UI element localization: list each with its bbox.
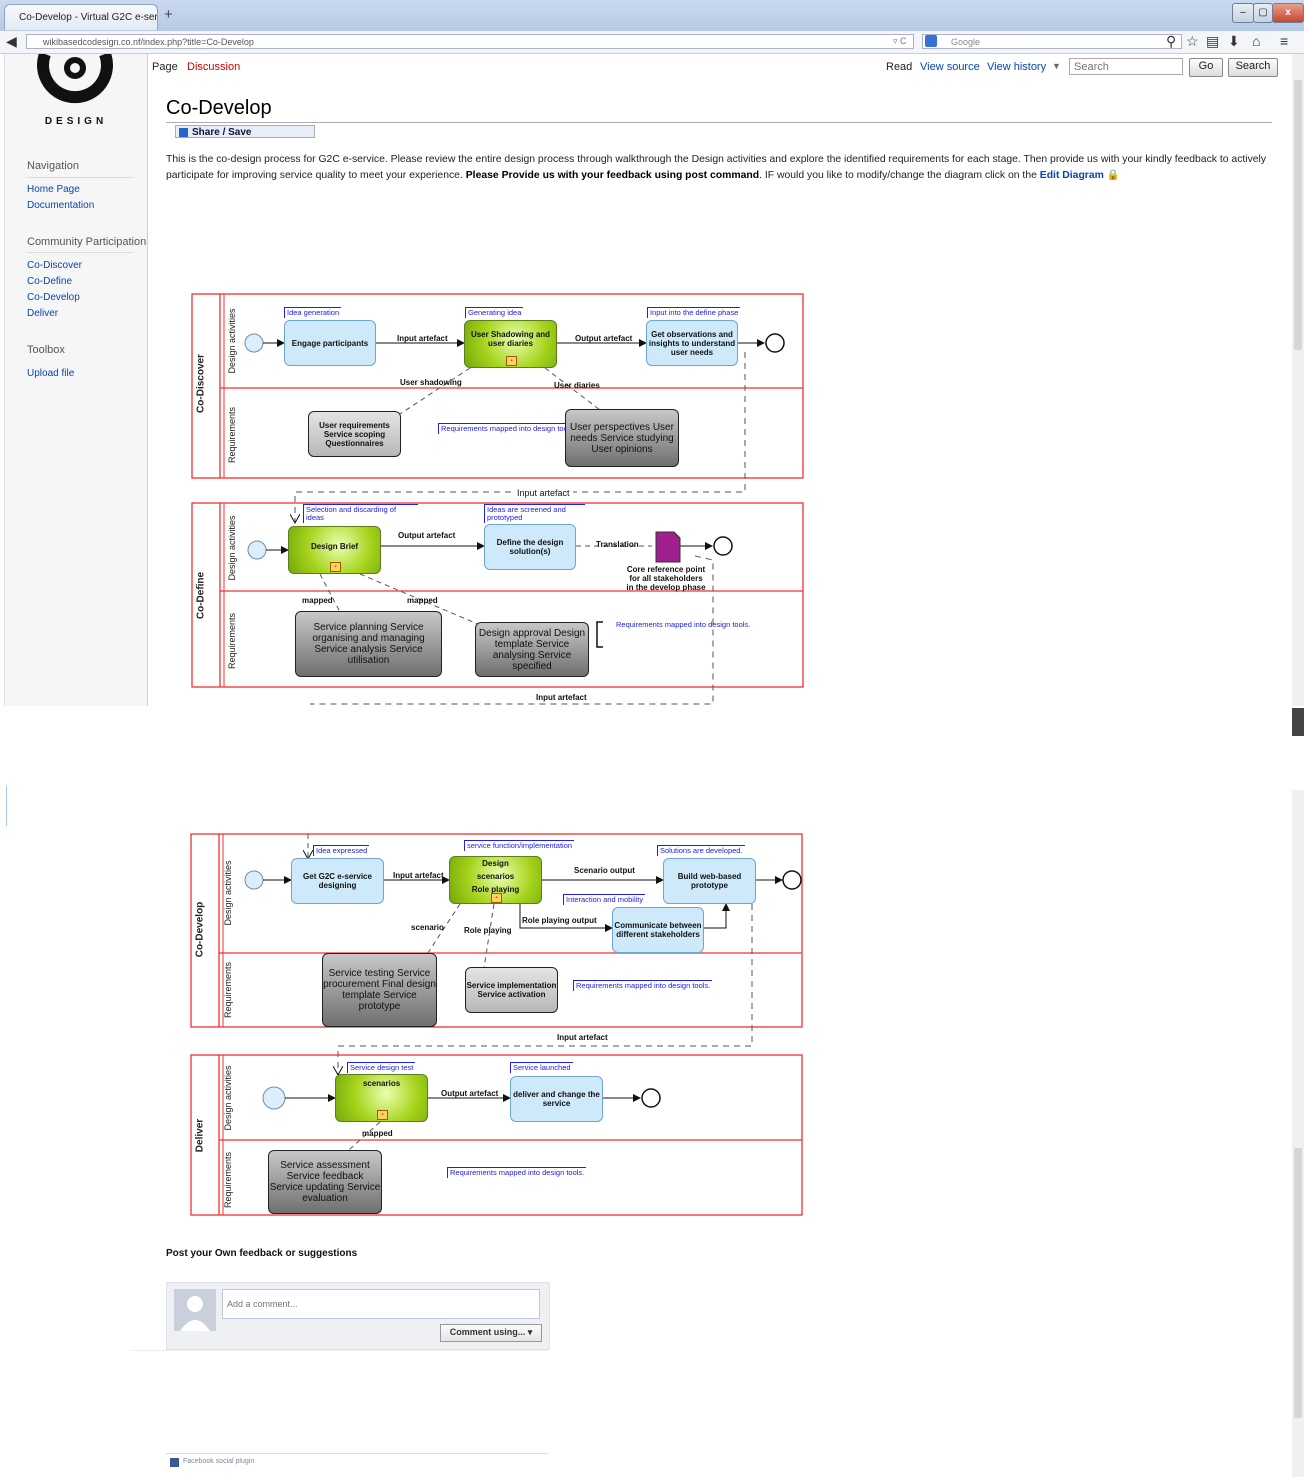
- scrollbar-thumb[interactable]: [1294, 1148, 1302, 1418]
- task-define-design-solution[interactable]: Define the design solution(s): [484, 524, 576, 570]
- blank-area: [0, 706, 1304, 786]
- association-label: mapped: [407, 596, 438, 605]
- annotation: Idea generation: [284, 307, 342, 318]
- comment-input[interactable]: [222, 1289, 540, 1319]
- annotation: Requirements mapped into design tools.: [573, 980, 713, 991]
- subprocess-marker-icon: ▪: [330, 562, 341, 572]
- document-label: Core reference point for all stakeholder…: [626, 565, 706, 592]
- flow-label: Input artefact: [514, 488, 573, 498]
- flow-label: Input artefact: [557, 1033, 608, 1042]
- pool-title-deliver: Deliver: [194, 1118, 206, 1153]
- chevron-down-icon: ▾: [527, 1327, 533, 1337]
- flow-label: Input artefact: [536, 693, 587, 702]
- subprocess-marker-icon: ▪: [377, 1110, 388, 1120]
- annotation: Service launched: [510, 1062, 573, 1073]
- pool-title-co-define: Co-Define: [195, 571, 207, 620]
- annotation: Interaction and mobility: [563, 894, 646, 905]
- facebook-plugin-link[interactable]: Facebook social plugin: [183, 1458, 254, 1465]
- flow-label: Input artefact: [397, 334, 448, 343]
- requirement-service-testing[interactable]: Service testing Service procurement Fina…: [322, 953, 437, 1027]
- subprocess-marker-icon: ▪: [506, 356, 517, 366]
- annotation: service function/implementation: [464, 840, 575, 851]
- task-get-g2c-designing[interactable]: Get G2C e-service designing: [291, 858, 384, 904]
- annotation: Idea expressed: [313, 845, 370, 856]
- annotation: Generating idea: [465, 307, 524, 318]
- annotation: Selection and discarding of ideas: [303, 504, 418, 523]
- scrollbar-thumb[interactable]: [1292, 708, 1304, 736]
- pool-title-co-develop: Co-Develop: [194, 901, 206, 958]
- flow-label: Scenario output: [574, 866, 635, 875]
- requirement-user-perspectives[interactable]: User perspectives User needs Service stu…: [565, 409, 679, 467]
- lane-design-activities: Design activities: [227, 308, 237, 374]
- divider: [130, 1350, 548, 1351]
- task-engage-participants[interactable]: Engage participants: [284, 320, 376, 366]
- annotation: Requirements mapped into design tools.: [447, 1167, 587, 1178]
- lane-requirements: Requirements: [227, 612, 237, 670]
- requirement-user-requirements[interactable]: User requirements Service scoping Questi…: [308, 411, 401, 457]
- association-label: User diaries: [554, 381, 600, 390]
- flow-label: Output artefact: [575, 334, 633, 343]
- feedback-heading: Post your Own feedback or suggestions: [166, 1248, 358, 1259]
- lane-requirements: Requirements: [223, 1151, 233, 1209]
- comment-using-label: Comment using...: [449, 1327, 526, 1337]
- flow-label: Output artefact: [441, 1089, 499, 1098]
- lane-design-activities: Design activities: [223, 1065, 233, 1131]
- annotation: Ideas are screened and prototyped: [484, 504, 585, 523]
- annotation: Solutions are developed.: [657, 845, 745, 856]
- task-get-observations[interactable]: Get observations and insights to underst…: [646, 320, 738, 366]
- association-label: User shadowing: [400, 378, 462, 387]
- requirement-service-assessment[interactable]: Service assessment Service feedback Serv…: [268, 1150, 382, 1214]
- flow-label: Role playing output: [522, 916, 597, 925]
- lane-requirements: Requirements: [223, 961, 233, 1019]
- association-label: scenario: [411, 923, 444, 932]
- association-label: Role playing: [464, 926, 512, 935]
- association-label: mapped: [302, 596, 333, 605]
- requirement-service-planning[interactable]: Service planning Service organising and …: [295, 611, 442, 677]
- avatar: [174, 1289, 216, 1331]
- annotation: Service design test: [347, 1062, 416, 1073]
- divider: [6, 786, 7, 826]
- comment-using-dropdown[interactable]: Comment using... ▾: [440, 1324, 542, 1342]
- divider: [4, 54, 5, 706]
- annotation: Input into the define phase: [647, 307, 741, 318]
- scrollbar-thumb[interactable]: [1294, 80, 1302, 350]
- flow-label: Input artefact: [393, 871, 444, 880]
- facebook-icon: [170, 1458, 179, 1467]
- requirement-service-implementation[interactable]: Service implementation Service activatio…: [465, 967, 558, 1013]
- lane-design-activities: Design activities: [223, 860, 233, 926]
- lane-requirements: Requirements: [227, 406, 237, 464]
- subprocess-marker-icon: ▪: [491, 893, 502, 903]
- task-communicate-stakeholders[interactable]: Communicate between different stakeholde…: [612, 907, 704, 953]
- annotation: Requirements mapped into design tools.: [438, 423, 578, 434]
- divider: [166, 1453, 548, 1454]
- flow-label: Output artefact: [398, 531, 456, 540]
- task-deliver-change-service[interactable]: deliver and change the service: [510, 1076, 603, 1122]
- task-build-prototype[interactable]: Build web-based prototype: [663, 858, 756, 904]
- flow-label: Translation: [596, 540, 639, 549]
- lane-design-activities: Design activities: [227, 515, 237, 581]
- association-label: mapped: [362, 1129, 393, 1138]
- requirement-design-approval[interactable]: Design approval Design template Service …: [475, 622, 589, 677]
- annotation: Requirements mapped into design tools.: [616, 620, 751, 629]
- pool-title-co-discover: Co-Discover: [195, 354, 207, 413]
